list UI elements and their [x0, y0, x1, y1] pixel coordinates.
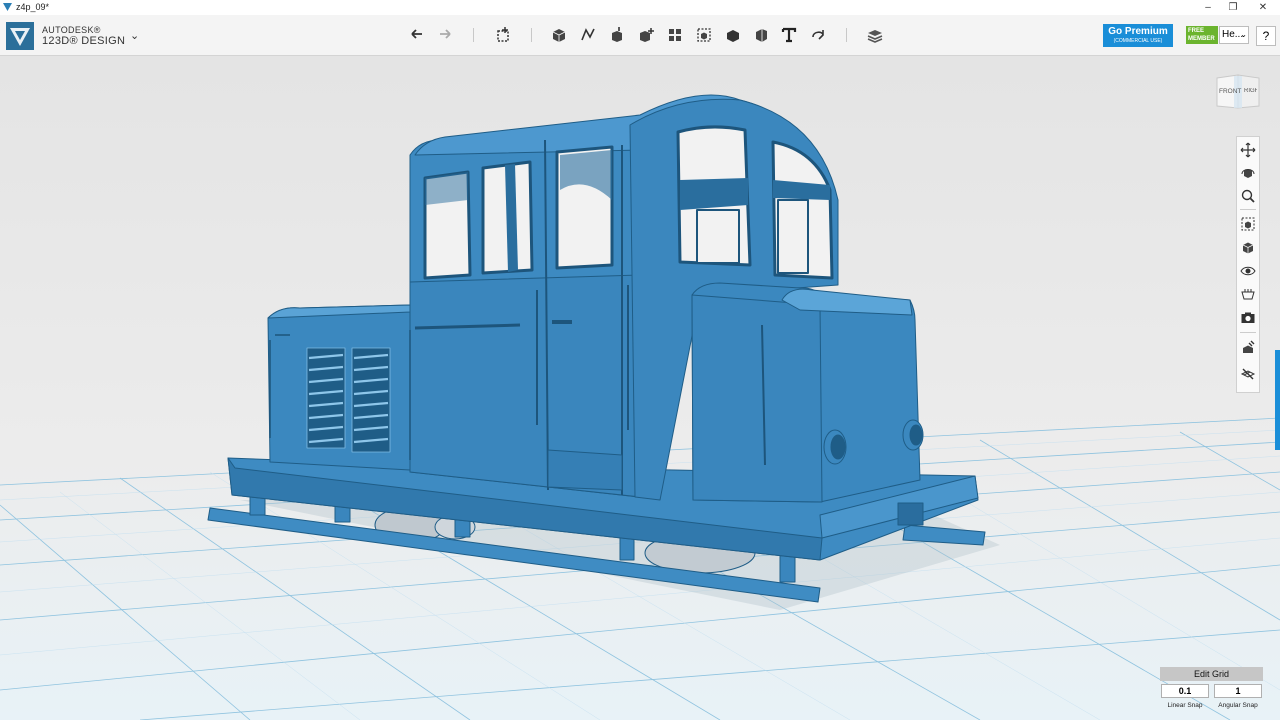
main-toolbar: AUTODESK® 123D® DESIGN ⌄ Go Premium (COM…: [0, 15, 1280, 56]
app-icon: [3, 3, 12, 11]
camera-icon[interactable]: [1240, 310, 1256, 326]
grid-icon[interactable]: [1240, 366, 1256, 382]
sketch-icon[interactable]: [578, 25, 598, 45]
measure-icon[interactable]: [751, 25, 771, 45]
free-member-badge: FREE MEMBER: [1186, 26, 1218, 44]
badge-line1: FREE: [1188, 28, 1205, 34]
pan-icon[interactable]: [1240, 142, 1256, 158]
navbar-divider: [1240, 209, 1256, 210]
brand-product: 123D® DESIGN: [42, 35, 126, 47]
toolbar-divider: [473, 28, 474, 42]
premium-subtitle: (COMMERCIAL USE): [1113, 38, 1163, 44]
navbar-divider: [1240, 332, 1256, 333]
views-icon[interactable]: [1240, 240, 1256, 256]
maximize-button[interactable]: ❐: [1218, 0, 1248, 15]
modify-icon[interactable]: [636, 25, 656, 45]
redo-icon[interactable]: [435, 25, 455, 45]
undo-icon[interactable]: [407, 25, 427, 45]
linear-snap-input[interactable]: 0.1: [1161, 684, 1209, 698]
close-button[interactable]: ✕: [1248, 0, 1278, 15]
angular-snap-label: Angular Snap: [1218, 702, 1258, 709]
toolbar-divider: [846, 28, 847, 42]
zoom-icon[interactable]: [1240, 188, 1256, 204]
go-premium-button[interactable]: Go Premium (COMMERCIAL USE): [1103, 24, 1173, 47]
premium-title: Go Premium: [1108, 26, 1168, 37]
fit-icon[interactable]: [1240, 216, 1256, 232]
construct-icon[interactable]: [607, 25, 627, 45]
app-logo: [6, 22, 34, 50]
3d-viewport[interactable]: [0, 56, 1280, 720]
outlines-icon[interactable]: [1240, 339, 1256, 355]
viewcube-right-label: RIGHT: [1244, 88, 1257, 94]
visibility-icon[interactable]: [1240, 263, 1256, 279]
material-icon[interactable]: [865, 25, 885, 45]
window-title: z4p_09*: [16, 2, 50, 12]
logo-icon: [10, 28, 30, 46]
toolbar-divider: [531, 28, 532, 42]
angular-snap-input[interactable]: 1: [1214, 684, 1262, 698]
main-menu-button[interactable]: ⌄: [130, 29, 139, 42]
brand-autodesk: AUTODESK®: [42, 25, 101, 35]
viewcube[interactable]: FRONT RIGHT: [1215, 73, 1261, 111]
chevron-down-icon: ⌄: [1240, 30, 1247, 39]
linear-snap-label: Linear Snap: [1167, 702, 1203, 709]
navigation-bar: [1236, 136, 1260, 393]
grouping-icon[interactable]: [694, 25, 714, 45]
combine-icon[interactable]: [723, 25, 743, 45]
edit-grid-button[interactable]: Edit Grid: [1160, 667, 1263, 681]
text-icon[interactable]: [779, 25, 799, 45]
side-panel-toggle[interactable]: [1275, 350, 1280, 450]
transform-icon[interactable]: [493, 25, 513, 45]
pattern-icon[interactable]: [665, 25, 685, 45]
help-button[interactable]: ?: [1256, 26, 1276, 46]
materials-icon[interactable]: [1240, 286, 1256, 302]
primitives-icon[interactable]: [549, 25, 569, 45]
user-dropdown[interactable]: He... ⌄: [1219, 26, 1249, 44]
edit-grid-panel: Edit Grid 0.1 1 Linear Snap Angular Snap: [1158, 665, 1266, 717]
title-bar: z4p_09* – ❐ ✕: [0, 0, 1280, 15]
viewcube-front-label: FRONT: [1219, 88, 1242, 95]
badge-line2: MEMBER: [1188, 36, 1215, 42]
snap-icon[interactable]: [808, 25, 828, 45]
orbit-icon[interactable]: [1240, 165, 1256, 181]
